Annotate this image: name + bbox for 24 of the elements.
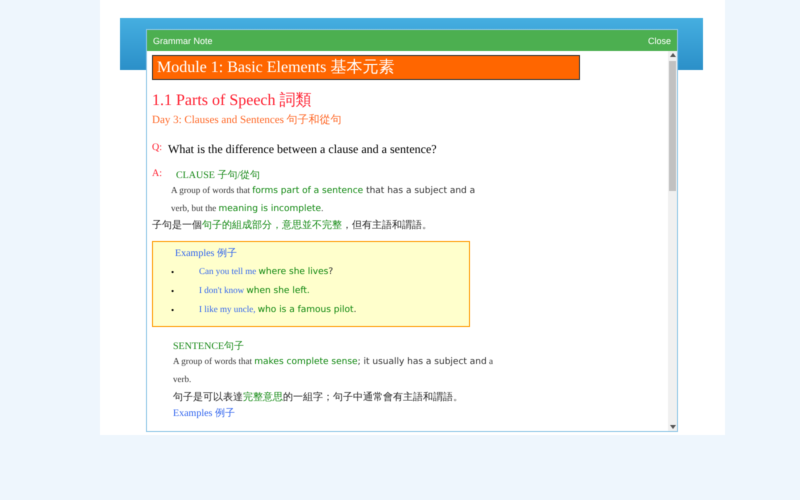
scroll-down-icon[interactable] [670, 424, 676, 430]
examples-title: Examples 例子 [173, 407, 236, 420]
sentence-definition: A group of words that makes complete sense; it usually has a subject and a verb. [173, 355, 494, 386]
module-title: Module 1: Basic Elements 基本元素 [152, 55, 580, 80]
example-sentence: I don't know when she left. [199, 284, 310, 298]
bullet-mark: • [171, 266, 176, 278]
example-sentence: I like my uncle, who is a famous pilot. [199, 303, 356, 317]
dialog-title: Grammar Note [153, 36, 213, 46]
day-title: Day 3: Clauses and Sentences 句子和從句 [152, 113, 343, 127]
clause-definition: A group of words that forms part of a sentence that has a subject and a verb, but the meaning is incomplete. [171, 184, 476, 216]
close-button[interactable]: Close [648, 36, 671, 46]
example-sentence: Can you tell me where she lives? [199, 265, 334, 279]
clause-heading: CLAUSE 子句/從句 [176, 169, 260, 182]
scrollbar[interactable] [668, 51, 677, 431]
section-title: 1.1 Parts of Speech 詞類 [152, 90, 313, 111]
clause-chinese-definition: 子句是一個句子的組成部分，意思並不完整，但有主語和謂語。 [152, 218, 433, 232]
examples-title: Examples 例子 [175, 247, 238, 260]
answer-marker: A: [152, 168, 162, 181]
question-text: What is the difference between a clause and a sentence? [168, 142, 437, 157]
question-marker: Q: [152, 142, 162, 155]
bullet-mark: • [171, 304, 176, 316]
sentence-heading: SENTENCE句子 [173, 340, 246, 353]
sentence-chinese-definition: 句子是可以表達完整意思的一組字；句子中通常會有主語和謂語。 [173, 390, 464, 404]
bullet-mark: • [171, 284, 176, 298]
